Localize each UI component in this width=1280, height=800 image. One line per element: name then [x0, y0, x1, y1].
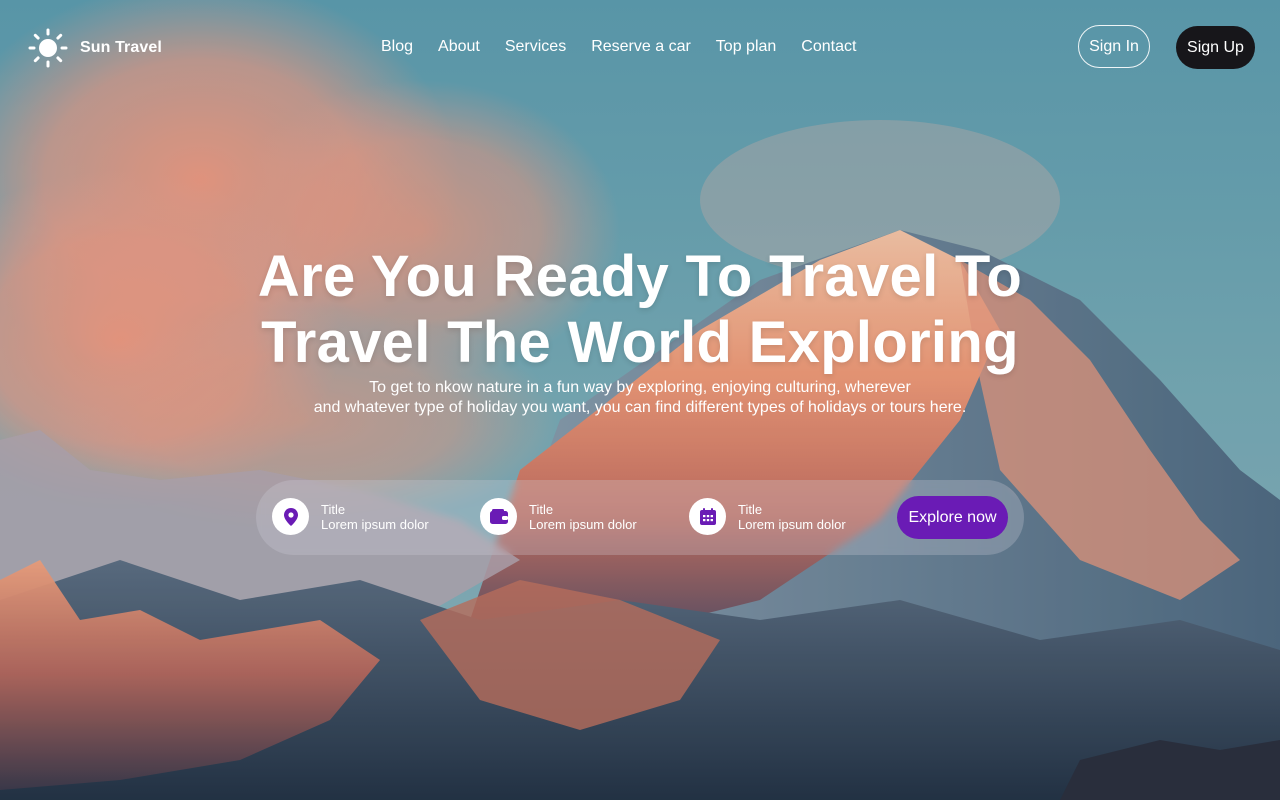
brand-logo[interactable]: Sun Travel: [28, 28, 162, 68]
sign-in-button[interactable]: Sign In: [1078, 25, 1150, 68]
nav-item-services[interactable]: Services: [505, 37, 566, 57]
search-field-budget[interactable]: Title Lorem ipsum dolor: [480, 498, 637, 535]
nav-item-top-plan[interactable]: Top plan: [716, 37, 777, 57]
hero-title: Are You Ready To Travel To Travel The Wo…: [240, 244, 1040, 376]
wallet-icon: [480, 498, 517, 535]
site-header: Sun Travel Blog About Services Reserve a…: [0, 0, 1280, 95]
calendar-icon: [689, 498, 726, 535]
hero-subtitle-line-1: To get to nkow nature in a fun way by ex…: [369, 379, 911, 396]
search-field-budget-text: Title Lorem ipsum dolor: [529, 502, 637, 532]
field-value: Lorem ipsum dolor: [738, 516, 846, 532]
nav-item-about[interactable]: About: [438, 37, 480, 57]
explore-now-button[interactable]: Explore now: [897, 496, 1008, 539]
nav-item-reserve-a-car[interactable]: Reserve a car: [591, 37, 691, 57]
hero-subtitle: To get to nkow nature in a fun way by ex…: [240, 378, 1040, 418]
field-title: Title: [529, 501, 554, 517]
hero-title-line-1: Are You Ready To Travel To: [257, 244, 1023, 309]
search-field-date[interactable]: Title Lorem ipsum dolor: [689, 498, 846, 535]
search-field-location[interactable]: Title Lorem ipsum dolor: [272, 498, 429, 535]
sun-icon: [28, 28, 68, 68]
nav-item-blog[interactable]: Blog: [381, 37, 413, 57]
field-title: Title: [321, 501, 346, 517]
location-pin-icon: [272, 498, 309, 535]
field-value: Lorem ipsum dolor: [529, 516, 637, 532]
nav-item-contact[interactable]: Contact: [801, 37, 856, 57]
search-field-date-text: Title Lorem ipsum dolor: [738, 502, 846, 532]
field-value: Lorem ipsum dolor: [321, 516, 429, 532]
main-nav: Blog About Services Reserve a car Top pl…: [381, 37, 881, 57]
hero-section: Sun Travel Blog About Services Reserve a…: [0, 0, 1280, 800]
hero-title-line-2: Travel The World Exploring: [261, 310, 1019, 375]
hero-subtitle-line-2: and whatever type of holiday you want, y…: [313, 399, 967, 416]
brand-name: Sun Travel: [80, 39, 162, 56]
sign-up-button[interactable]: Sign Up: [1176, 26, 1255, 69]
field-title: Title: [738, 501, 763, 517]
search-bar: Title Lorem ipsum dolor Title Lorem ipsu…: [256, 480, 1024, 555]
search-field-location-text: Title Lorem ipsum dolor: [321, 502, 429, 532]
